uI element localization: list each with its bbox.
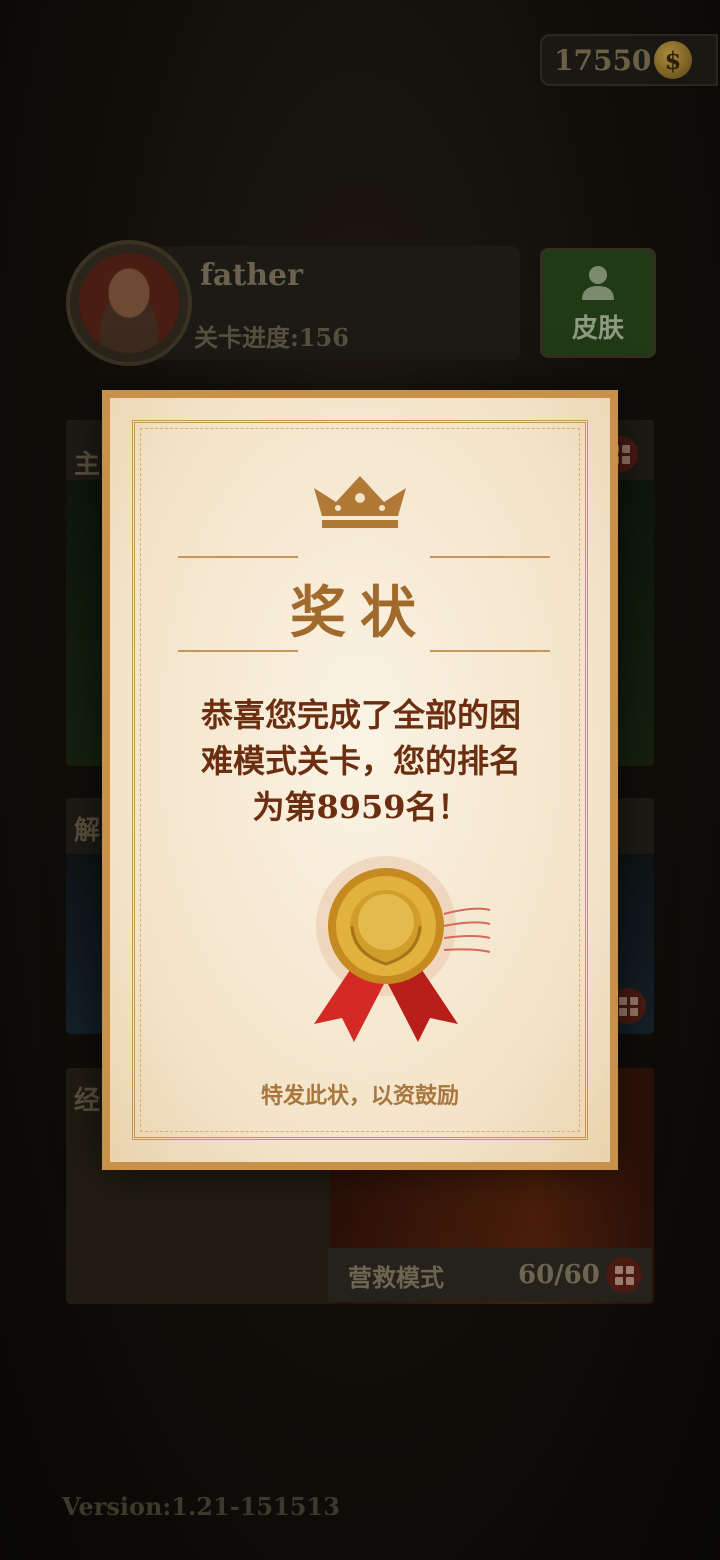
avatar[interactable]: [66, 240, 192, 366]
coin-amount: 17550: [554, 43, 652, 77]
certificate-message: 恭喜您完成了全部的困难模式关卡，您的排名为第8959名！: [200, 696, 521, 826]
certificate-footer: 特发此状，以资鼓励: [260, 1083, 459, 1109]
mode-card-puzzle-title: 解: [74, 816, 101, 846]
avatar-image: [79, 253, 179, 353]
divider: [430, 650, 550, 652]
rescue-mode-count: 60/60: [518, 1260, 600, 1290]
gold-medal-icon: [314, 856, 491, 1042]
level-progress: 关卡进度:156: [194, 323, 349, 352]
certificate-paper: 奖状 恭喜您完成了全部的困难模式关卡，您的排名为第8959名！ 特发此状，以资鼓…: [110, 398, 610, 1162]
version-label: Version:1.21-151513: [62, 1492, 340, 1521]
rescue-mode-bar[interactable]: 营救模式 60/60: [328, 1248, 652, 1302]
divider: [178, 556, 298, 558]
mode-card-classic-title: 经: [74, 1086, 101, 1116]
skin-button[interactable]: 皮肤: [540, 248, 656, 358]
divider: [178, 650, 298, 652]
grid-icon[interactable]: [606, 1257, 642, 1293]
rescue-mode-name: 营救模式: [348, 1262, 444, 1292]
user-icon: [582, 265, 614, 300]
coin-balance[interactable]: 17550 $: [540, 34, 718, 86]
certificate-title: 奖状: [290, 580, 430, 646]
username: father: [200, 258, 303, 293]
crown-icon: [314, 476, 406, 528]
divider: [430, 556, 550, 558]
coin-icon: $: [654, 41, 692, 79]
mode-card-main-title: 主: [74, 450, 101, 480]
certificate-dialog[interactable]: 奖状 恭喜您完成了全部的困难模式关卡，您的排名为第8959名！ 特发此状，以资鼓…: [102, 390, 618, 1170]
skin-label: 皮肤: [571, 313, 624, 344]
